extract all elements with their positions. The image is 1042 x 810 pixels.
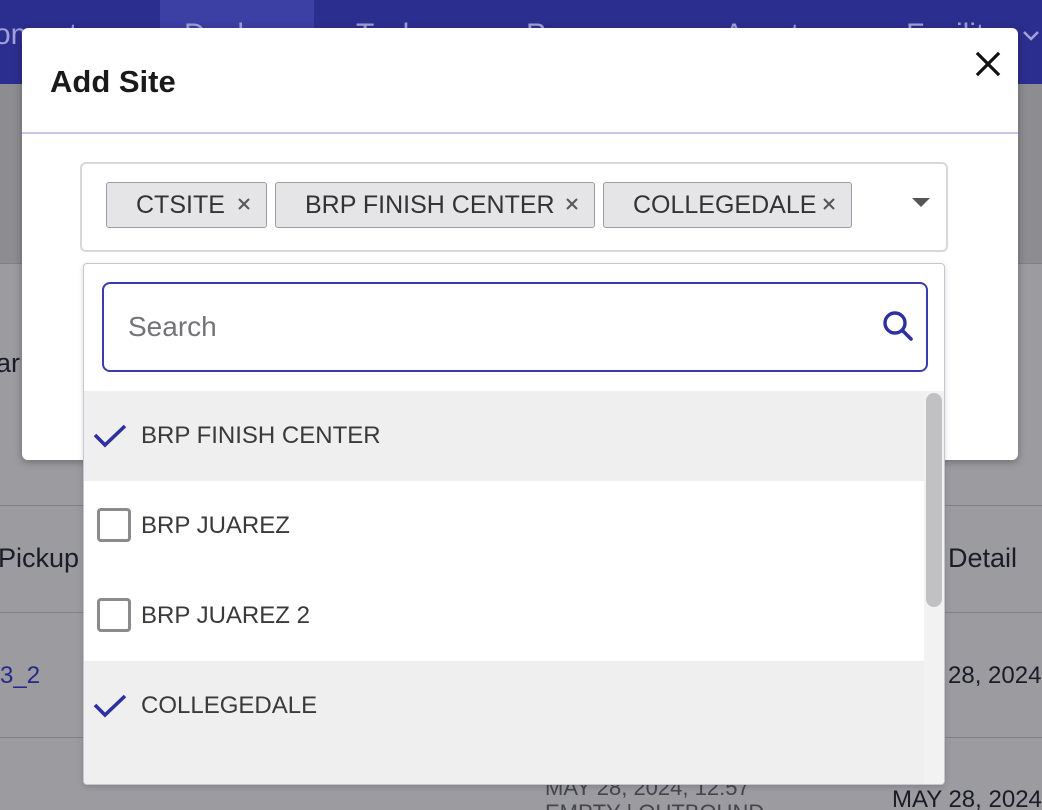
remove-chip-icon[interactable] bbox=[821, 196, 837, 212]
table-cell-date: MAY 28, 2024 bbox=[892, 786, 1042, 810]
remove-chip-icon[interactable] bbox=[236, 196, 252, 212]
list-item-label: BRP JUAREZ bbox=[141, 512, 290, 539]
list-item-label: COLLEGEDALE bbox=[141, 692, 318, 719]
site-multiselect[interactable]: CTSITE BRP FINISH CENTER COLLEGEDALE bbox=[80, 162, 948, 252]
search-box bbox=[102, 282, 928, 372]
chip-label: COLLEGEDALE bbox=[633, 190, 817, 219]
list-item-label: BRP JUAREZ 2 bbox=[141, 602, 310, 629]
column-header-pickup: Pickup bbox=[0, 543, 80, 573]
background-label-fragment: ar bbox=[0, 348, 21, 378]
scrollbar-thumb[interactable] bbox=[926, 393, 942, 607]
site-dropdown-panel: BRP FINISH CENTER BRP JUAREZ BRP JUAREZ … bbox=[83, 263, 945, 785]
chip-label: CTSITE bbox=[136, 190, 225, 219]
chevron-down-icon bbox=[1023, 31, 1039, 41]
table-cell-faint: EMPTY | OUTBOUND bbox=[545, 800, 764, 810]
chip-collegedale: COLLEGEDALE bbox=[603, 182, 852, 228]
modal-header: Add Site bbox=[22, 28, 1018, 134]
search-input[interactable] bbox=[128, 304, 868, 350]
list-item-brp-finish-center[interactable]: BRP FINISH CENTER bbox=[84, 391, 924, 481]
checkmark-icon bbox=[93, 424, 127, 448]
column-header-detail: Detail bbox=[948, 543, 1018, 573]
chip-label: BRP FINISH CENTER bbox=[305, 190, 555, 219]
modal-title: Add Site bbox=[50, 64, 176, 99]
close-icon[interactable] bbox=[970, 46, 1006, 82]
chip-ctsite: CTSITE bbox=[106, 182, 267, 228]
remove-chip-icon[interactable] bbox=[564, 196, 580, 212]
checkbox[interactable] bbox=[97, 598, 131, 632]
search-icon[interactable] bbox=[882, 310, 914, 342]
table-row-link[interactable]: 3_2 bbox=[0, 662, 40, 690]
scrollbar[interactable] bbox=[924, 391, 944, 784]
list-item-brp-juarez-2[interactable]: BRP JUAREZ 2 bbox=[84, 571, 924, 661]
list-item-collegedale[interactable]: COLLEGEDALE bbox=[84, 661, 924, 751]
site-option-list: BRP FINISH CENTER BRP JUAREZ BRP JUAREZ … bbox=[84, 391, 924, 784]
checkbox[interactable] bbox=[97, 508, 131, 542]
caret-down-icon[interactable] bbox=[912, 198, 930, 208]
list-item[interactable] bbox=[84, 751, 924, 784]
list-item-brp-juarez[interactable]: BRP JUAREZ bbox=[84, 481, 924, 571]
table-cell-date: 28, 2024, bbox=[948, 662, 1042, 689]
checkmark-icon bbox=[93, 694, 127, 718]
list-item-label: BRP FINISH CENTER bbox=[141, 422, 381, 449]
chip-brp-finish-center: BRP FINISH CENTER bbox=[275, 182, 595, 228]
